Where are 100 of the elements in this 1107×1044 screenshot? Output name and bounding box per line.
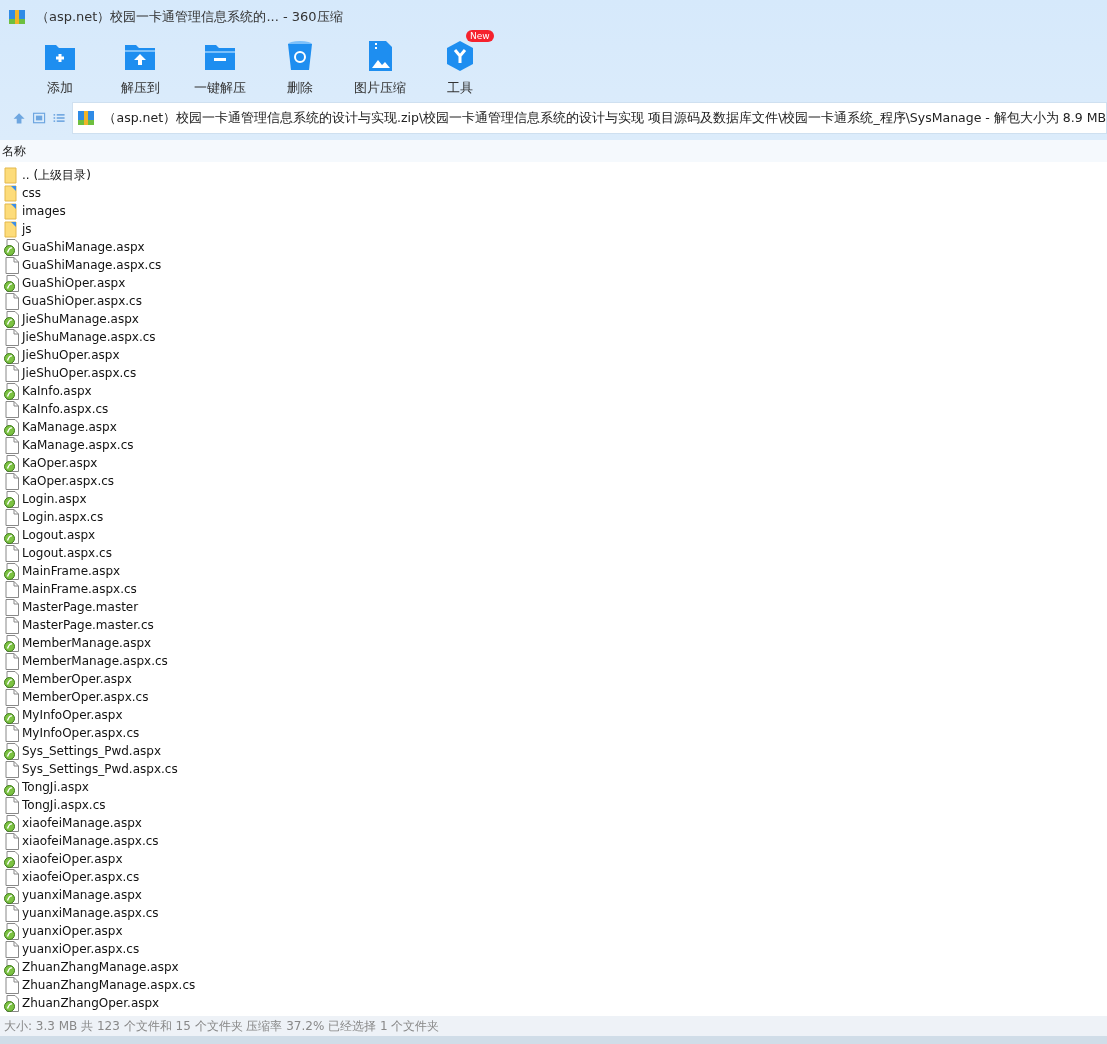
- file-name[interactable]: MyInfoOper.aspx: [22, 708, 123, 722]
- file-name[interactable]: MemberOper.aspx.cs: [22, 690, 149, 704]
- address-bar[interactable]: （asp.net）校园一卡通管理信息系统的设计与实现.zip\校园一卡通管理信息系统的设计与实现 项目源码及数据库文件\校园一卡通系统_程序\SysManage - 解包大小为 8.9 MB: [72, 102, 1107, 134]
- file-name[interactable]: KaOper.aspx: [22, 456, 98, 470]
- file-name[interactable]: Logout.aspx: [22, 528, 96, 542]
- file-name[interactable]: yuanxiOper.aspx: [22, 924, 123, 938]
- web-file-icon: [4, 346, 20, 364]
- web-file-icon: [4, 886, 20, 904]
- file-name[interactable]: Sys_Settings_Pwd.aspx.cs: [22, 762, 178, 776]
- file-name[interactable]: Login.aspx.cs: [22, 510, 104, 524]
- file-name[interactable]: MyInfoOper.aspx.cs: [22, 726, 140, 740]
- file-name[interactable]: yuanxiManage.aspx.cs: [22, 906, 159, 920]
- file-name[interactable]: GuaShiManage.aspx: [22, 240, 145, 254]
- file-name[interactable]: JieShuOper.aspx.cs: [22, 366, 137, 380]
- web-file-icon: [4, 850, 20, 868]
- file-name[interactable]: Logout.aspx.cs: [22, 546, 112, 560]
- file-name[interactable]: MasterPage.master: [22, 600, 139, 614]
- file-name[interactable]: ZhuanZhangManage.aspx: [22, 960, 179, 974]
- file-icon: [4, 292, 20, 310]
- status-text: 大小: 3.3 MB 共 123 个文件和 15 个文件夹 压缩率 37.2% 已经选择 1 个文件夹: [0, 1016, 1107, 1036]
- file-icon: [4, 760, 20, 778]
- web-file-icon: [4, 382, 20, 400]
- file-icon: [4, 400, 20, 418]
- file-name[interactable]: xiaofeiOper.aspx: [22, 852, 123, 866]
- file-name[interactable]: css: [22, 186, 42, 200]
- web-file-icon: [4, 454, 20, 472]
- file-icon: [4, 724, 20, 742]
- archive-icon: [8, 8, 26, 26]
- file-icon: [4, 580, 20, 598]
- file-name[interactable]: GuaShiManage.aspx.cs: [22, 258, 162, 272]
- web-file-icon: [4, 634, 20, 652]
- file-name[interactable]: KaManage.aspx.cs: [22, 438, 134, 452]
- file-icon: [4, 544, 20, 562]
- web-file-icon: [4, 490, 20, 508]
- web-file-icon: [4, 994, 20, 1012]
- web-file-icon: [4, 238, 20, 256]
- file-name[interactable]: GuaShiOper.aspx.cs: [22, 294, 142, 308]
- archive-icon: [77, 109, 96, 127]
- file-name[interactable]: MemberOper.aspx: [22, 672, 132, 686]
- file-name[interactable]: images: [22, 204, 66, 218]
- file-name[interactable]: MainFrame.aspx.cs: [22, 582, 137, 596]
- file-name[interactable]: JieShuManage.aspx.cs: [22, 330, 156, 344]
- file-name[interactable]: yuanxiManage.aspx: [22, 888, 142, 902]
- file-name[interactable]: JieShuManage.aspx: [22, 312, 139, 326]
- file-icon: [4, 328, 20, 346]
- archive-path: （asp.net）校园一卡通管理信息系统的设计与实现.zip\校园一卡通管理信息系统的设计与实现 项目源码及数据库文件\校园一卡通系统_程序\SysManage - 解包大小为 8.9 MB: [103, 109, 1106, 127]
- file-icon: [4, 616, 20, 634]
- web-file-icon: [4, 814, 20, 832]
- web-file-icon: [4, 742, 20, 760]
- file-icon: [4, 472, 20, 490]
- file-name[interactable]: xiaofeiManage.aspx: [22, 816, 142, 830]
- file-icon: [4, 868, 20, 886]
- folder-icon: [4, 202, 20, 220]
- web-file-icon: [4, 526, 20, 544]
- file-name[interactable]: TongJi.aspx.cs: [22, 798, 106, 812]
- folder-icon: [4, 220, 20, 238]
- file-name[interactable]: .. (上级目录): [22, 166, 91, 184]
- file-name[interactable]: KaInfo.aspx.cs: [22, 402, 109, 416]
- file-name[interactable]: MasterPage.master.cs: [22, 618, 154, 632]
- web-file-icon: [4, 418, 20, 436]
- web-file-icon: [4, 310, 20, 328]
- file-name[interactable]: MemberManage.aspx.cs: [22, 654, 168, 668]
- file-name[interactable]: TongJi.aspx: [22, 780, 89, 794]
- file-name[interactable]: KaManage.aspx: [22, 420, 117, 434]
- name-column-header[interactable]: 名称: [0, 140, 1107, 162]
- toolbar-button[interactable]: 删除: [260, 30, 340, 98]
- file-icon: [4, 364, 20, 382]
- file-icon: [4, 832, 20, 850]
- file-name[interactable]: yuanxiOper.aspx.cs: [22, 942, 140, 956]
- file-name[interactable]: xiaofeiManage.aspx.cs: [22, 834, 159, 848]
- file-icon: [4, 904, 20, 922]
- toolbar-button[interactable]: New 工具: [420, 30, 500, 98]
- file-name[interactable]: Sys_Settings_Pwd.aspx: [22, 744, 161, 758]
- file-name[interactable]: xiaofeiOper.aspx.cs: [22, 870, 140, 884]
- file-name[interactable]: MainFrame.aspx: [22, 564, 121, 578]
- file-icon: [4, 652, 20, 670]
- web-file-icon: [4, 922, 20, 940]
- file-name[interactable]: MemberManage.aspx: [22, 636, 152, 650]
- web-file-icon: [4, 958, 20, 976]
- file-icon: [4, 256, 20, 274]
- file-icon: [4, 598, 20, 616]
- window-title: （asp.net）校园一卡通管理信息系统的... - 360压缩: [36, 8, 343, 26]
- file-name[interactable]: KaOper.aspx.cs: [22, 474, 115, 488]
- toolbar-button[interactable]: 解压到: [100, 30, 180, 98]
- file-name[interactable]: JieShuOper.aspx: [22, 348, 120, 362]
- toolbar-button[interactable]: 图片压缩: [340, 30, 420, 98]
- file-name[interactable]: KaInfo.aspx: [22, 384, 92, 398]
- file-name[interactable]: GuaShiOper.aspx: [22, 276, 126, 290]
- file-name[interactable]: Login.aspx: [22, 492, 87, 506]
- file-name[interactable]: js: [22, 222, 32, 236]
- web-file-icon: [4, 670, 20, 688]
- folder-icon: [4, 166, 20, 184]
- file-icon: [4, 940, 20, 958]
- folder-icon: [4, 184, 20, 202]
- toolbar-button[interactable]: 添加: [20, 30, 100, 98]
- toolbar-button[interactable]: 一键解压: [180, 30, 260, 98]
- new-badge: New: [466, 30, 494, 42]
- web-file-icon: [4, 778, 20, 796]
- file-name[interactable]: ZhuanZhangManage.aspx.cs: [22, 978, 196, 992]
- file-name[interactable]: ZhuanZhangOper.aspx: [22, 996, 160, 1010]
